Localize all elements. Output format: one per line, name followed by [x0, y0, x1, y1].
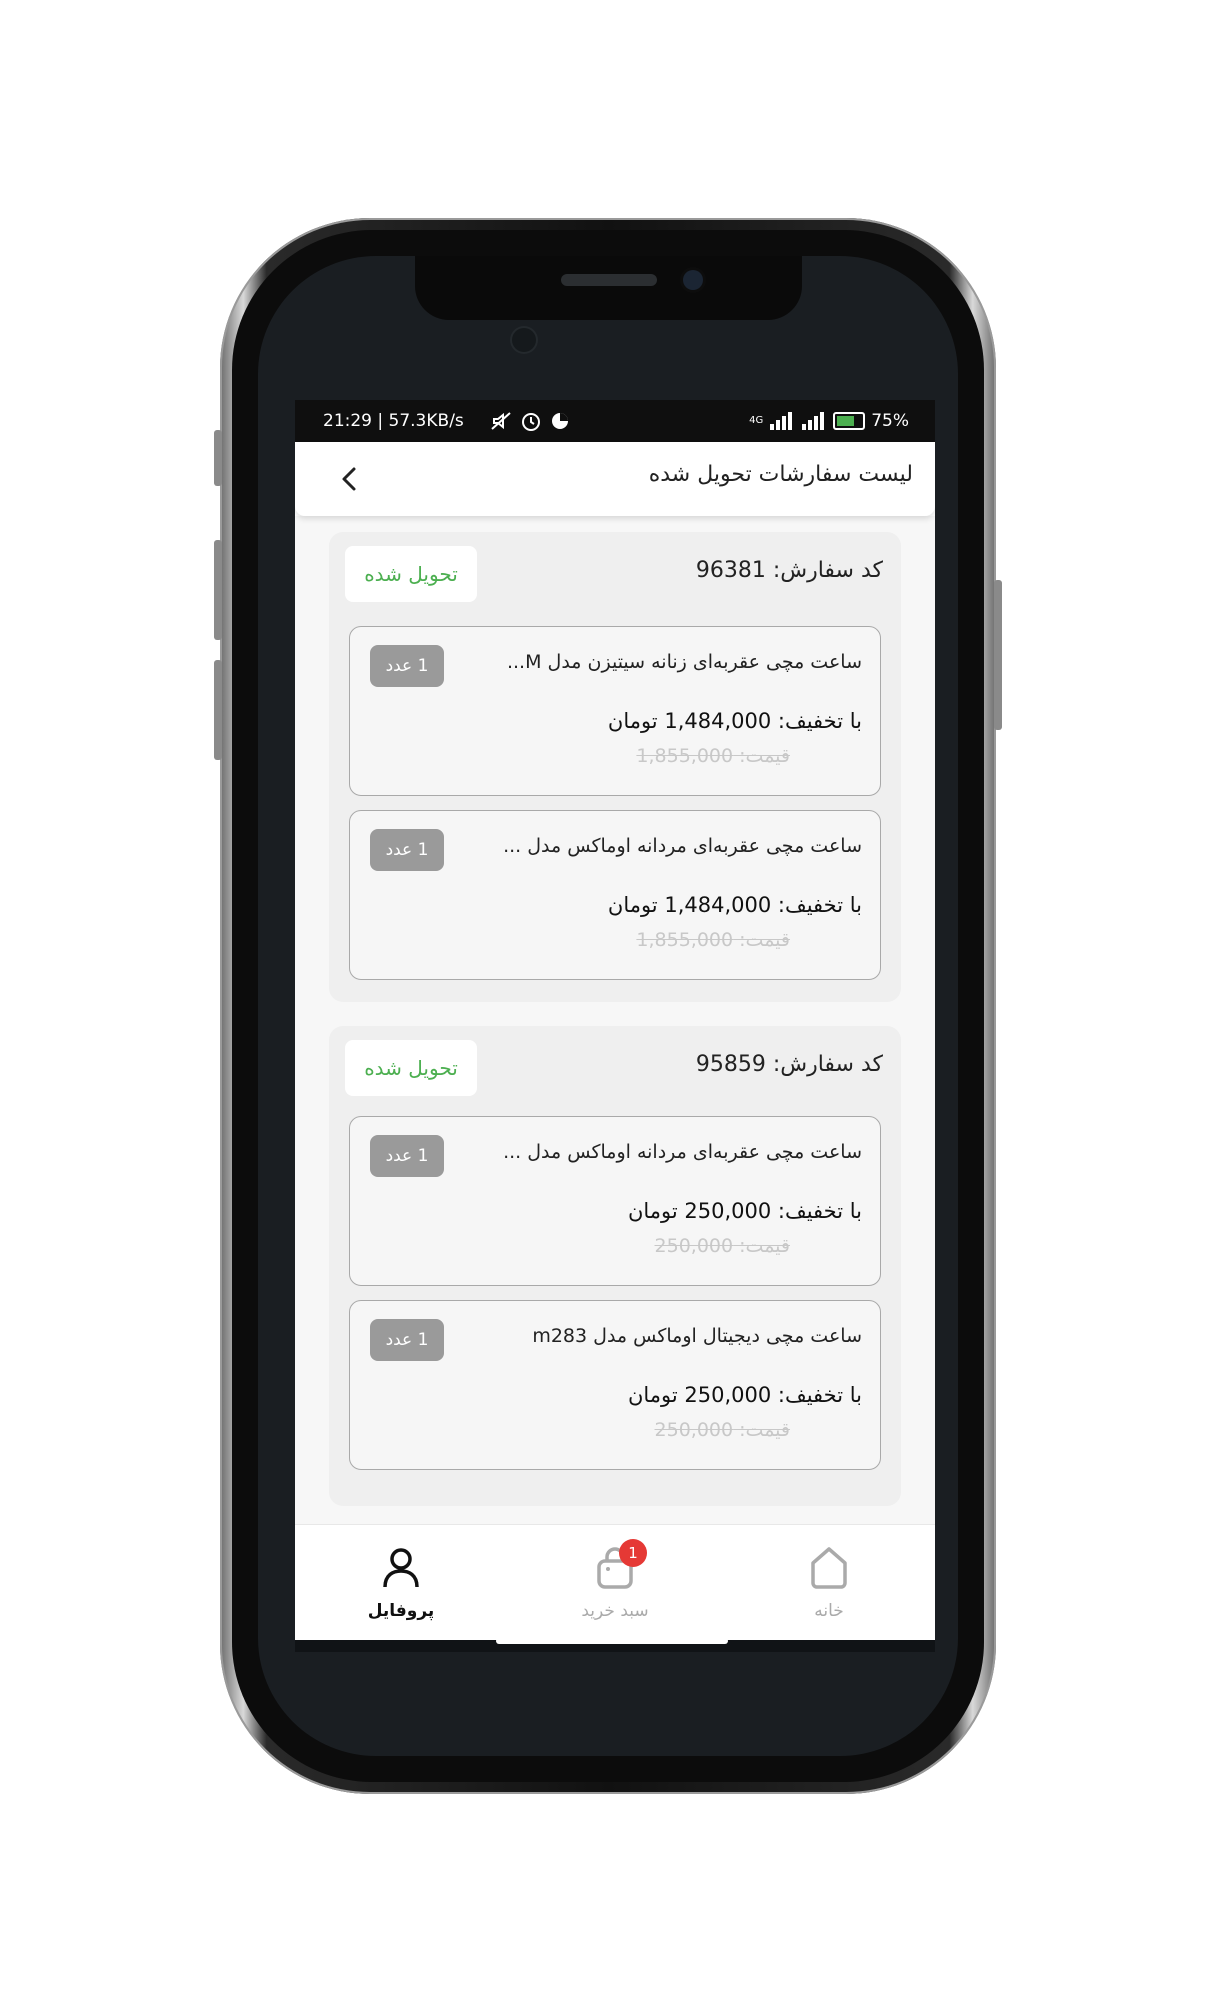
discount-price: با تخفیف: 250,000 تومان: [627, 1199, 862, 1223]
item-name: ساعت مچی عقربه‌ای مردانه اوماکس مدل ...: [503, 835, 862, 857]
discount-price: با تخفیف: 250,000 تومان: [627, 1383, 862, 1407]
quantity-badge: 1 عدد: [370, 1135, 444, 1177]
original-price: قیمت: 250,000: [654, 1235, 790, 1257]
mute-icon: [491, 412, 511, 430]
item-name: ساعت مچی عقربه‌ای زنانه سیتیزن مدل M...: [506, 651, 862, 673]
app-header: لیست سفارشات تحویل شده: [295, 442, 935, 516]
network-type: 4G: [749, 415, 764, 426]
status-time-speed: 21:29 | 57.3KB/s: [323, 411, 464, 431]
tab-cart[interactable]: 1 سبد خرید: [525, 1525, 705, 1641]
tab-home[interactable]: خانه: [739, 1525, 919, 1641]
orders-list[interactable]: کد سفارش: 96381 تحویل شده ساعت مچی عقربه…: [295, 516, 935, 1524]
earpiece-speaker: [561, 274, 657, 286]
tab-label: خانه: [814, 1601, 844, 1621]
original-price: قیمت: 1,855,000: [636, 929, 790, 951]
power-button: [994, 580, 1002, 730]
quantity-badge: 1 عدد: [370, 1319, 444, 1361]
signal-2-icon: [802, 412, 825, 430]
order-code: کد سفارش: 95859: [695, 1052, 883, 1077]
order-item[interactable]: ساعت مچی عقربه‌ای مردانه اوماکس مدل ... …: [349, 810, 881, 980]
status-bar: 21:29 | 57.3KB/s 4G 75%: [295, 400, 935, 442]
bottom-tab-bar: پروفایل 1 سبد خرید خانه: [295, 1524, 935, 1641]
item-name: ساعت مچی عقربه‌ای مردانه اوماکس مدل ...: [503, 1141, 862, 1163]
signal-icon: [770, 412, 793, 430]
alarm-icon: [522, 413, 540, 431]
tab-profile[interactable]: پروفایل: [311, 1525, 491, 1641]
order-card: کد سفارش: 95859 تحویل شده ساعت مچی عقربه…: [329, 1026, 901, 1506]
order-item[interactable]: ساعت مچی عقربه‌ای مردانه اوماکس مدل ... …: [349, 1116, 881, 1286]
discount-price: با تخفیف: 1,484,000 تومان: [607, 709, 862, 733]
quantity-badge: 1 عدد: [370, 645, 444, 687]
order-item[interactable]: ساعت مچی دیجیتال اوماکس مدل m283 1 عدد ب…: [349, 1300, 881, 1470]
status-indicators: 4G 75%: [749, 400, 909, 442]
home-indicator[interactable]: [496, 1638, 728, 1644]
volume-down-button: [214, 660, 222, 760]
tab-label: سبد خرید: [581, 1601, 649, 1621]
order-card: کد سفارش: 96381 تحویل شده ساعت مچی عقربه…: [329, 532, 901, 1002]
battery-level: 75%: [871, 411, 909, 431]
app-screen: 21:29 | 57.3KB/s 4G 75% لیست سفارشات تحو…: [295, 400, 935, 1652]
cart-count-badge: 1: [619, 1539, 647, 1567]
original-price: قیمت: 250,000: [654, 1419, 790, 1441]
volume-up-button: [214, 540, 222, 640]
data-saver-icon: [552, 413, 568, 429]
discount-price: با تخفیف: 1,484,000 تومان: [607, 893, 862, 917]
silent-switch: [214, 430, 222, 486]
status-badge: تحویل شده: [345, 1040, 477, 1096]
front-camera: [683, 270, 703, 290]
user-icon: [383, 1548, 419, 1588]
battery-icon: [833, 412, 866, 430]
page-title: لیست سفارشات تحویل شده: [648, 462, 913, 487]
status-badge: تحویل شده: [345, 546, 477, 602]
original-price: قیمت: 1,855,000: [636, 745, 790, 767]
home-icon: [811, 1547, 847, 1589]
tab-label: پروفایل: [367, 1601, 435, 1621]
quantity-badge: 1 عدد: [370, 829, 444, 871]
item-name: ساعت مچی دیجیتال اوماکس مدل m283: [532, 1325, 862, 1347]
proximity-sensor: [512, 328, 536, 352]
order-item[interactable]: ساعت مچی عقربه‌ای زنانه سیتیزن مدل M... …: [349, 626, 881, 796]
chevron-left-icon[interactable]: [335, 464, 365, 494]
notch: [415, 256, 802, 320]
order-code: کد سفارش: 96381: [695, 558, 883, 583]
status-icons: [490, 400, 570, 442]
